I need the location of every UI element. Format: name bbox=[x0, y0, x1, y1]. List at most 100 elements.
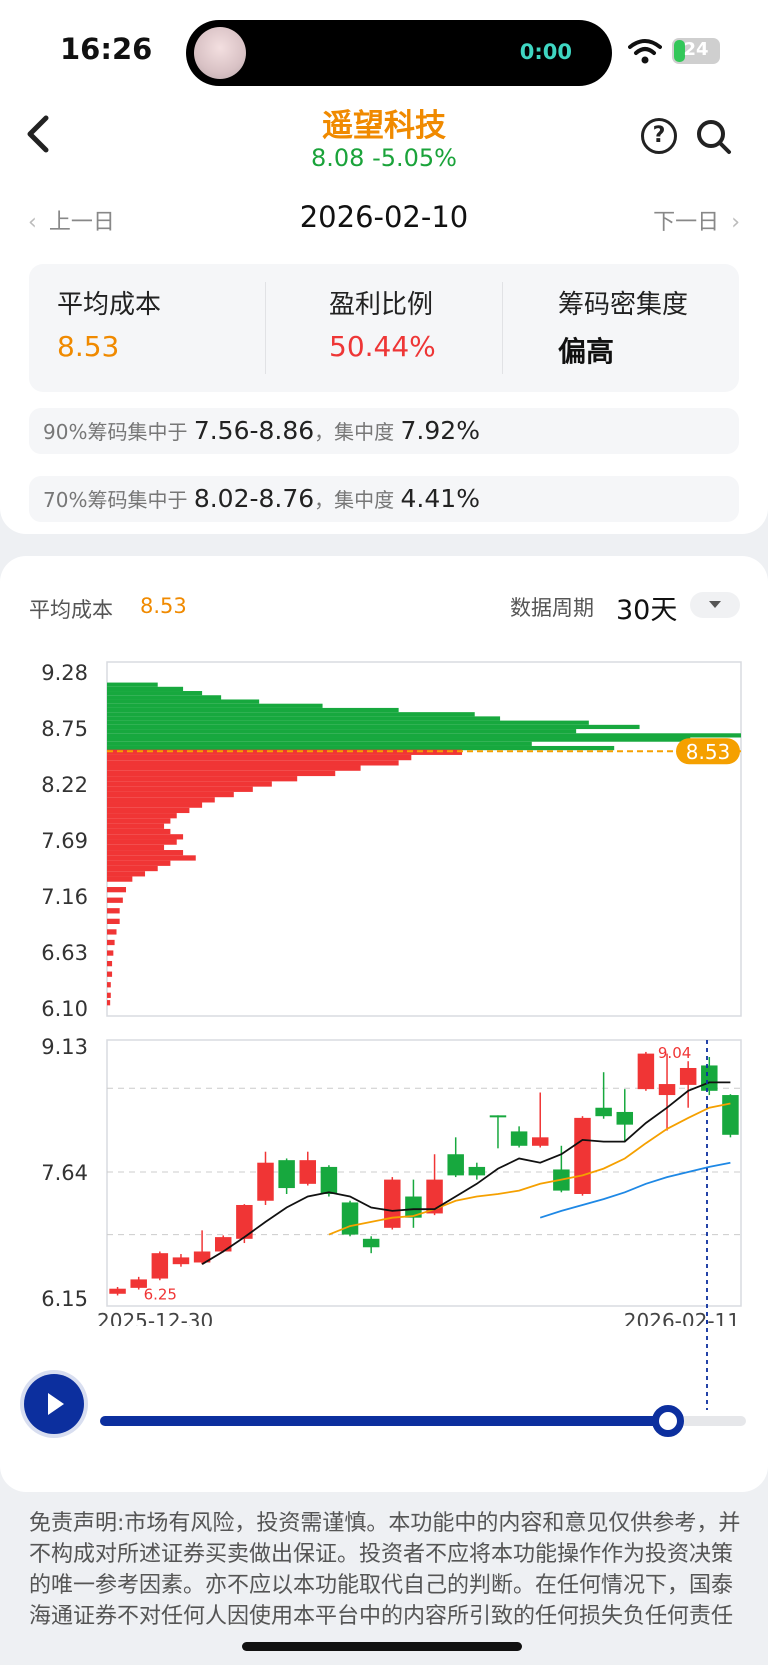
candle-body bbox=[384, 1179, 401, 1228]
candle-body bbox=[637, 1053, 655, 1090]
period-label: 数据周期 bbox=[510, 596, 594, 620]
conc-range: 7.56-8.86 bbox=[193, 416, 315, 445]
conc-sep: ，集中度 bbox=[314, 488, 395, 512]
playback-slider[interactable] bbox=[100, 1405, 746, 1437]
stat-label: 筹码密集度 bbox=[558, 290, 689, 320]
candle-body bbox=[151, 1253, 169, 1279]
loss-chip-bar bbox=[107, 897, 123, 903]
profit-chip-bar bbox=[107, 682, 158, 687]
loss-chip-bar bbox=[107, 823, 165, 829]
x-start-label: 2025-12-30 bbox=[97, 1309, 213, 1326]
chip-distribution-chart: 9.28 8.75 8.22 7.69 7.16 6.63 6.10 8.53 bbox=[41, 661, 742, 1021]
profit-chip-bar bbox=[107, 745, 615, 751]
stat-value: 50.44% bbox=[329, 330, 436, 363]
loss-chip-bar bbox=[107, 929, 117, 935]
loss-chip-bar bbox=[107, 939, 115, 946]
loss-chip-bar bbox=[107, 807, 190, 814]
conc-prefix: 筹码集中于 bbox=[87, 488, 188, 512]
loss-chip-bar bbox=[107, 770, 336, 777]
candle-body bbox=[172, 1257, 190, 1265]
profit-chip-bar bbox=[107, 699, 260, 704]
candle-body bbox=[109, 1288, 126, 1294]
loss-chip-bar bbox=[107, 992, 111, 998]
candle-body bbox=[341, 1202, 359, 1235]
candle-body bbox=[278, 1160, 295, 1189]
candle-body bbox=[257, 1162, 274, 1201]
stock-info-card: 遥望科技 8.08 -5.05% ? ‹ 上一日 2026-02-10 下一日 › … bbox=[0, 100, 768, 534]
avg-cost-label: 平均成本 bbox=[29, 598, 113, 622]
island-timer: 0:00 bbox=[519, 40, 572, 64]
chevron-right-icon: › bbox=[731, 210, 740, 235]
battery-icon: 24 bbox=[672, 38, 720, 64]
y-tick-label: 8.22 bbox=[41, 773, 88, 797]
period-value[interactable]: 30天 bbox=[616, 588, 677, 627]
island-avatar bbox=[194, 27, 246, 79]
loss-chip-bar bbox=[107, 950, 114, 956]
help-icon[interactable]: ? bbox=[641, 118, 677, 154]
loss-chip-bar bbox=[107, 760, 399, 766]
profit-chip-bar bbox=[107, 737, 691, 742]
search-icon[interactable] bbox=[695, 118, 733, 156]
loss-chip-bar bbox=[107, 971, 113, 977]
x-end-label: 2026-02-11 bbox=[624, 1309, 740, 1326]
conc-pct: 90% bbox=[43, 420, 88, 444]
y-tick-label: 6.15 bbox=[41, 1287, 88, 1311]
candle-body bbox=[468, 1166, 486, 1176]
loss-chip-bar bbox=[107, 797, 215, 803]
concentration-70: 70%筹码集中于 8.02-8.76，集中度 4.41% bbox=[29, 476, 739, 522]
status-bar: 16:26 0:00 24 bbox=[0, 0, 768, 100]
wifi-icon bbox=[628, 39, 662, 64]
loss-chip-bar bbox=[107, 844, 165, 851]
candle-body bbox=[679, 1067, 697, 1085]
dynamic-island[interactable]: 0:00 bbox=[186, 20, 612, 86]
candle-body bbox=[658, 1084, 676, 1096]
disclaimer-text: 免责声明:市场有风险，投资需谨慎。本功能中的内容和意见仅供参考，并不构成对所述证… bbox=[29, 1511, 741, 1629]
loss-chip-bar bbox=[107, 802, 203, 808]
loss-chip-bar bbox=[107, 1000, 111, 1006]
avg-cost-tag-label: 8.53 bbox=[686, 740, 731, 764]
candle-body bbox=[616, 1111, 634, 1125]
period-dropdown-icon[interactable] bbox=[690, 592, 740, 618]
candle-body bbox=[362, 1238, 380, 1248]
conc-range: 8.02-8.76 bbox=[193, 484, 315, 513]
play-button[interactable] bbox=[24, 1374, 84, 1434]
loss-chip-bar bbox=[107, 754, 412, 761]
candle-body bbox=[701, 1065, 718, 1091]
profit-chip-bar bbox=[107, 729, 577, 734]
candle-body bbox=[320, 1166, 338, 1194]
loss-chip-bar bbox=[107, 982, 111, 988]
home-indicator bbox=[242, 1642, 522, 1651]
loss-chip-bar bbox=[107, 834, 184, 840]
candle-body bbox=[214, 1237, 232, 1252]
stat-label: 盈利比例 bbox=[329, 290, 434, 320]
next-day-button[interactable]: 下一日 › bbox=[653, 204, 740, 236]
y-tick-label: 9.13 bbox=[41, 1036, 88, 1059]
loss-chip-bar bbox=[107, 908, 120, 914]
y-tick-label: 7.69 bbox=[41, 829, 88, 853]
profit-chip-bar bbox=[107, 686, 184, 692]
loss-chip-bar bbox=[107, 865, 158, 872]
status-time: 16:26 bbox=[60, 32, 153, 66]
conc-degree: 4.41% bbox=[400, 484, 480, 513]
y-tick-label: 7.16 bbox=[41, 885, 88, 909]
loss-chip-bar bbox=[107, 839, 177, 845]
loss-chip-bar bbox=[107, 850, 184, 856]
profit-chip-bar bbox=[107, 733, 741, 738]
profit-chip-bar bbox=[107, 716, 501, 721]
profit-chip-bar bbox=[107, 707, 399, 713]
concentration-90: 90%筹码集中于 7.56-8.86，集中度 7.92% bbox=[29, 408, 739, 454]
stat-chip-density: 筹码密集度 偏高 bbox=[502, 264, 739, 392]
loss-chip-bar bbox=[107, 786, 253, 792]
profit-chip-bar bbox=[107, 741, 532, 746]
candle-body bbox=[595, 1107, 612, 1117]
profit-chip-bar bbox=[107, 724, 640, 730]
avg-cost-value: 8.53 bbox=[140, 594, 187, 618]
loss-chip-bar bbox=[107, 871, 146, 877]
profit-chip-bar bbox=[107, 703, 323, 708]
stats-summary: 平均成本 8.53 盈利比例 50.44% 筹码密集度 偏高 bbox=[29, 264, 739, 392]
battery-text: 24 bbox=[683, 39, 709, 60]
candle-body bbox=[489, 1115, 507, 1118]
profit-chip-bar bbox=[107, 712, 475, 717]
stat-profit-ratio: 盈利比例 50.44% bbox=[265, 264, 501, 392]
low-price-label: 6.25 bbox=[144, 1285, 177, 1303]
